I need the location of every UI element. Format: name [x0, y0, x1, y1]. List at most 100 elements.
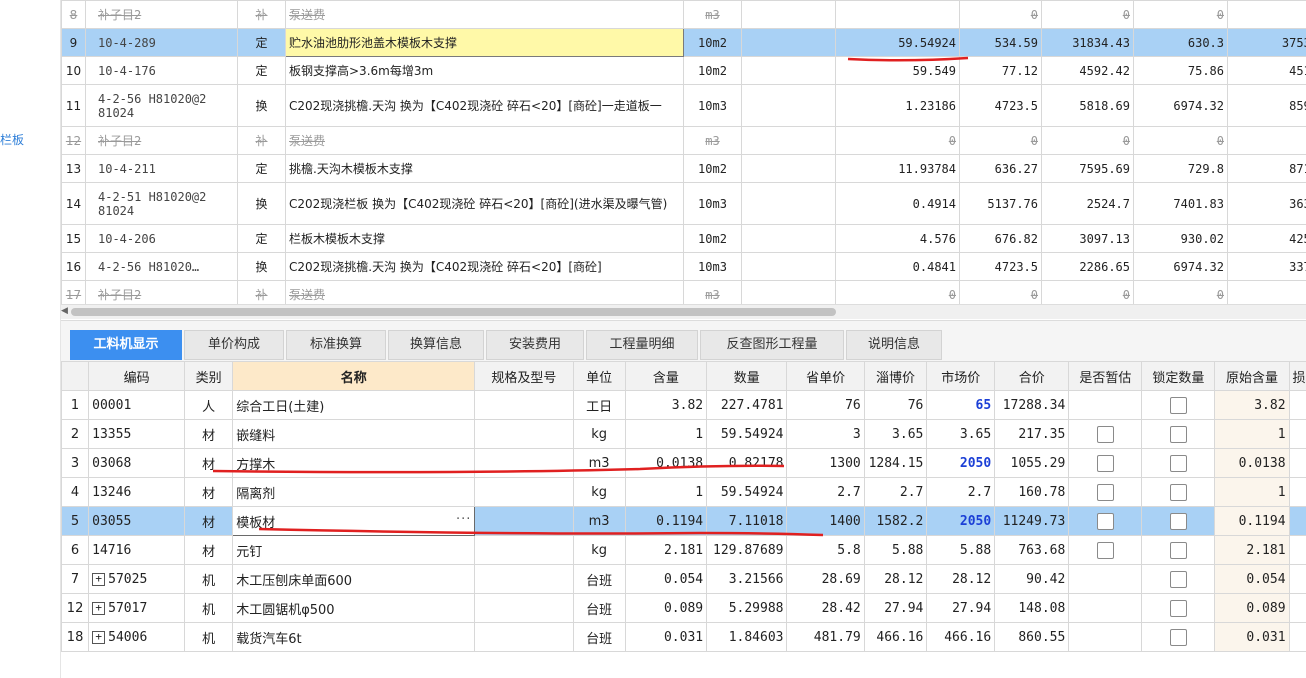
item-row[interactable]: 14 4-2-51 H81020@2 81024 换 C202现浇栏板 换为【C402… [61, 182, 1306, 225]
resource-spec[interactable] [474, 622, 574, 652]
resource-market-price[interactable]: 65 [926, 390, 996, 420]
resource-code[interactable]: 00001 [88, 390, 186, 420]
item-name[interactable]: 泵送费 [285, 126, 684, 155]
resource-market-price[interactable]: 2050 [926, 506, 996, 536]
col-header-provincial-price[interactable]: 省单价 [786, 361, 865, 391]
resource-quantity[interactable]: 1.84603 [706, 622, 788, 652]
col-header-name[interactable]: 名称 [232, 361, 476, 391]
resource-quantity[interactable]: 7.11018 [706, 506, 788, 536]
resource-code[interactable]: +54006 [88, 622, 186, 652]
resource-quantity[interactable]: 3.21566 [706, 564, 788, 594]
col-header-original-content[interactable]: 原始含量 [1214, 361, 1290, 391]
item-code[interactable]: 4-2-56 H81020@2 81024 [85, 84, 238, 127]
col-header-unit[interactable]: 单位 [572, 361, 626, 391]
resource-row[interactable]: 7 +57025 机木工压刨床单面600 台班 0.054 3.21566 28.69 28.… [61, 564, 1306, 594]
checkbox-icon[interactable] [1096, 483, 1114, 501]
resource-content[interactable]: 0.054 [624, 564, 708, 594]
expand-plus-icon[interactable]: + [92, 601, 106, 615]
tab-unit-price-composition[interactable]: 单价构成 [184, 330, 284, 360]
item-name[interactable]: 泵送费 [285, 0, 684, 29]
horizontal-scrollbar[interactable]: ◀ [61, 304, 1306, 319]
checkbox-icon[interactable] [1096, 512, 1114, 530]
checkbox-icon[interactable] [1096, 454, 1114, 472]
resource-quantity[interactable]: 5.29988 [706, 593, 788, 623]
resource-name[interactable]: 综合工日(土建) [232, 390, 476, 420]
resource-code[interactable]: 03068 [88, 448, 186, 478]
resource-content[interactable]: 0.0138 [624, 448, 708, 478]
item-code[interactable]: 补子目2 [85, 126, 238, 155]
tab-installation-cost[interactable]: 安装费用 [486, 330, 584, 360]
item-row[interactable]: 11 4-2-56 H81020@2 81024 换 C202现浇挑檐.天沟 换为【C… [61, 84, 1306, 127]
expand-plus-icon[interactable]: + [92, 572, 106, 586]
item-code[interactable]: 补子目2 [85, 0, 238, 29]
resource-content[interactable]: 1 [624, 419, 708, 449]
resource-name[interactable]: 隔离剂 [232, 477, 476, 507]
item-name[interactable]: C202现浇挑檐.天沟 换为【C402现浇砼 碎石<20】[商砼] [285, 252, 684, 281]
resource-code[interactable]: +57025 [88, 564, 186, 594]
col-header-category[interactable]: 类别 [184, 361, 234, 391]
ellipsis-icon[interactable]: ··· [456, 512, 471, 527]
resource-market-price[interactable]: 2.7 [926, 477, 996, 507]
resource-code[interactable]: 03055 [88, 506, 186, 536]
scroll-left-arrow-icon[interactable]: ◀ [61, 306, 68, 316]
item-name[interactable]: 栏板木模板木支撑 [285, 224, 684, 253]
resource-name[interactable]: 元钉 [232, 535, 476, 565]
checkbox-icon[interactable] [1169, 512, 1187, 530]
item-code[interactable]: 4-2-51 H81020@2 81024 [85, 182, 238, 225]
resource-name[interactable]: 木工压刨床单面600 [232, 564, 476, 594]
resource-name[interactable]: 方撑木 [232, 448, 476, 478]
tab-description-info[interactable]: 说明信息 [846, 330, 942, 360]
resource-content[interactable]: 2.181 [624, 535, 708, 565]
checkbox-icon[interactable] [1169, 425, 1187, 443]
item-quantity[interactable]: 59.54924 [835, 28, 960, 57]
resource-market-price[interactable]: 466.16 [926, 622, 996, 652]
resource-content[interactable]: 3.82 [624, 390, 708, 420]
nav-item-label[interactable]: 栏板 [0, 131, 24, 148]
resource-content[interactable]: 0.031 [624, 622, 708, 652]
checkbox-icon[interactable] [1169, 599, 1187, 617]
resource-code[interactable]: 13246 [88, 477, 186, 507]
resource-row[interactable]: 6 14716 材元钉 kg 2.181 129.87689 5.8 5.88 5.88 763.… [61, 535, 1306, 565]
resource-row[interactable]: 1 00001 人综合工日(土建) 工日 3.82 227.4781 76 76 65 17288… [61, 390, 1306, 420]
col-header-spec[interactable]: 规格及型号 [474, 361, 574, 391]
resource-content[interactable]: 1 [624, 477, 708, 507]
scrollbar-thumb[interactable] [71, 308, 836, 316]
resource-spec[interactable] [474, 390, 574, 420]
resource-name[interactable]: 载货汽车6t [232, 622, 476, 652]
item-code[interactable]: 4-2-56 H81020… [85, 252, 238, 281]
resource-name[interactable]: 嵌缝料 [232, 419, 476, 449]
item-row[interactable]: 8补子目2补泵送费m30000 [61, 0, 1306, 29]
resource-content[interactable]: 0.089 [624, 593, 708, 623]
resource-spec[interactable] [474, 448, 574, 478]
resource-row[interactable]: 4 13246 材隔离剂 kg 1 59.54924 2.7 2.7 2.7 160.78 1 [61, 477, 1306, 507]
checkbox-icon[interactable] [1169, 541, 1187, 559]
tab-reverse-lookup-quantity[interactable]: 反查图形工程量 [700, 330, 844, 360]
tab-standard-conversion[interactable]: 标准换算 [286, 330, 386, 360]
resource-market-price[interactable]: 2050 [926, 448, 996, 478]
col-header-content[interactable]: 含量 [624, 361, 708, 391]
item-quantity[interactable]: 59.549 [835, 56, 960, 85]
resource-name[interactable]: 木工圆锯机φ500 [232, 593, 476, 623]
resource-spec[interactable] [474, 593, 574, 623]
item-code[interactable]: 10-4-289 [85, 28, 238, 57]
expand-plus-icon[interactable]: + [92, 630, 106, 644]
col-header-provisional[interactable]: 是否暂估 [1068, 361, 1143, 391]
resource-spec[interactable] [474, 419, 574, 449]
item-quantity[interactable]: 4.576 [835, 224, 960, 253]
resource-quantity[interactable]: 227.4781 [706, 390, 788, 420]
item-name[interactable]: 贮水油池肋形池盖木模板木支撑 [285, 28, 684, 57]
item-name[interactable]: 板钢支撑高>3.6m每增3m [285, 56, 684, 85]
checkbox-icon[interactable] [1169, 628, 1187, 646]
resource-quantity[interactable]: 129.87689 [706, 535, 788, 565]
item-code[interactable]: 10-4-211 [85, 154, 238, 183]
checkbox-icon[interactable] [1169, 454, 1187, 472]
resource-market-price[interactable]: 28.12 [926, 564, 996, 594]
checkbox-icon[interactable] [1169, 396, 1187, 414]
item-quantity[interactable]: 0.4841 [835, 252, 960, 281]
resource-code[interactable]: 13355 [88, 419, 186, 449]
resource-market-price[interactable]: 3.65 [926, 419, 996, 449]
resource-code[interactable]: +57017 [88, 593, 186, 623]
item-name[interactable]: C202现浇挑檐.天沟 换为【C402现浇砼 碎石<20】[商砼]一走道板一 [285, 84, 684, 127]
item-quantity[interactable]: 11.93784 [835, 154, 960, 183]
col-header-zibo-price[interactable]: 淄博价 [863, 361, 928, 391]
